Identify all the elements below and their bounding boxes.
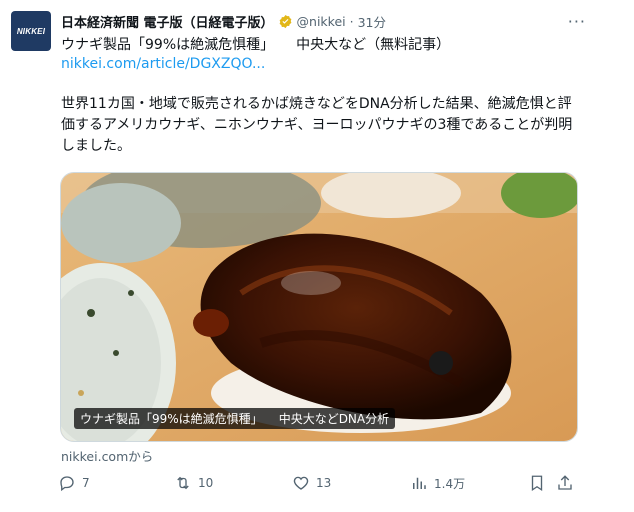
reply-count: 7 [82,476,90,490]
account-name[interactable]: 日本経済新聞 電子版（日経電子版） [61,12,274,31]
views-icon [413,477,426,489]
headline-part1: ウナギ製品「99%は絶滅危惧種」 [61,37,275,53]
share-icon [558,475,572,490]
reply-button[interactable]: 7 [58,474,90,492]
verified-badge-icon [278,14,293,29]
avatar[interactable]: NIKKEI [11,11,51,51]
avatar-logo-text: NIKKEI [16,26,46,36]
article-link[interactable]: nikkei.com/article/DGXZQO... [61,56,265,72]
link-source[interactable]: nikkei.comから [61,446,153,465]
bookmark-icon [531,475,543,492]
share-button[interactable] [556,474,580,492]
caption-part1: ウナギ製品「99%は絶滅危惧種」 [80,412,263,426]
separator-dot: · [349,13,354,29]
tweet-header: 日本経済新聞 電子版（日経電子版） @nikkei · 31分 [61,11,386,31]
heart-icon [293,476,309,490]
like-count: 13 [316,476,332,490]
retweet-count: 10 [198,476,214,490]
more-options-icon[interactable]: ··· [568,12,586,31]
bookmark-button[interactable] [528,474,552,492]
retweet-icon [177,476,189,490]
eel-sushi-photo [61,173,577,441]
headline-part2: 中央大など（無料記事） [296,37,451,53]
caption-part2: 中央大などDNA分析 [278,412,390,426]
action-bar: 7 10 13 1.4万 [58,474,578,498]
views-button[interactable]: 1.4万 [410,474,465,492]
retweet-button[interactable]: 10 [174,474,213,492]
tweet-timestamp[interactable]: 31分 [358,12,386,31]
like-button[interactable]: 13 [292,474,331,492]
views-count: 1.4万 [434,476,466,491]
media-caption: ウナギ製品「99%は絶滅危惧種」 中央大などDNA分析 [74,408,396,429]
article-card-image[interactable]: ウナギ製品「99%は絶滅危惧種」 中央大などDNA分析 [60,172,578,442]
reply-icon [60,476,74,492]
tweet-headline: ウナギ製品「99%は絶滅危惧種」 中央大など（無料記事） [61,34,450,54]
account-handle[interactable]: @nikkei [297,14,346,29]
tweet-body: 世界11カ国・地域で販売されるかば焼きなどをDNA分析した結果、絶滅危惧と評価す… [61,96,573,154]
